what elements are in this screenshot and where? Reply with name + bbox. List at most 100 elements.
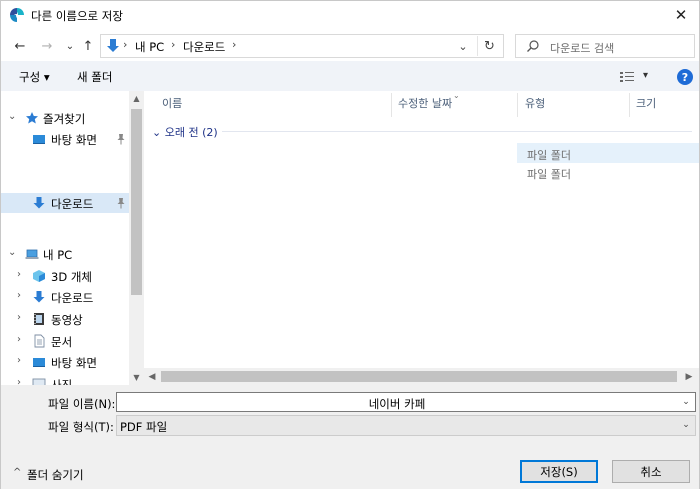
scroll-down-arrow-icon[interactable]: ▼ (129, 370, 144, 384)
filetype-select[interactable]: PDF 파일 ⌄ (116, 415, 696, 436)
tree-item-downloads-quick[interactable]: 다운로드 (1, 193, 129, 213)
column-header-size[interactable]: 크기 (636, 95, 656, 117)
tree-item-label: 동영상 (51, 313, 83, 327)
chevron-right-icon[interactable]: › (17, 290, 27, 301)
address-history-dropdown[interactable]: ⌄ (453, 37, 473, 55)
details-view-icon (620, 72, 634, 82)
new-folder-button[interactable]: 새 폴더 (77, 69, 112, 85)
download-icon (33, 291, 45, 303)
breadcrumb-downloads[interactable]: 다운로드 (183, 39, 225, 55)
tree-item-quick-access[interactable]: ⌄ 즐겨찾기 (1, 108, 129, 128)
organize-button[interactable]: 구성 ▾ (19, 69, 50, 85)
tree-item-label: 즐겨찾기 (43, 112, 86, 126)
file-type-cell: 파일 폴더 (527, 149, 571, 162)
chevron-right-icon[interactable]: › (17, 355, 27, 366)
sort-indicator-icon: ⌄ (453, 91, 460, 100)
search-input[interactable]: 다운로드 검색 (515, 34, 695, 58)
up-button[interactable]: ↑ (79, 37, 97, 55)
document-icon (34, 334, 45, 348)
pin-icon[interactable] (116, 133, 126, 145)
table-row[interactable]: 파일 폴더 (517, 143, 699, 163)
window-title: 다른 이름으로 저장 (31, 9, 123, 23)
chevron-right-icon[interactable]: › (17, 334, 27, 345)
chevron-down-icon: ▾ (643, 70, 649, 81)
filetype-value: PDF 파일 (120, 420, 168, 434)
breadcrumb-separator: › (171, 38, 176, 51)
table-row[interactable]: 파일 폴더 (517, 162, 699, 182)
navigation-pane: ⌄ 즐겨찾기 바탕 화면 다운로드 ⌄ 내 PC › 3D 개체 › 다운로드 … (1, 91, 144, 385)
tree-item-desktop-pc[interactable]: › 바탕 화면 (1, 352, 129, 372)
tree-item-label: 내 PC (43, 248, 73, 262)
tree-item-this-pc[interactable]: ⌄ 내 PC (1, 244, 129, 264)
scroll-right-arrow-icon[interactable]: ▶ (681, 368, 697, 385)
scroll-up-arrow-icon[interactable]: ▲ (129, 91, 144, 105)
breadcrumb-this-pc[interactable]: 내 PC (135, 39, 164, 55)
refresh-icon: ↻ (484, 38, 495, 54)
tree-item-downloads[interactable]: › 다운로드 (1, 287, 129, 307)
chevron-right-icon[interactable]: › (17, 312, 27, 323)
video-icon (34, 313, 44, 325)
filetype-label: 파일 형식(T): (48, 420, 114, 434)
group-header-long-ago[interactable]: ⌄ 오래 전 (2) (152, 124, 218, 140)
recent-locations-button[interactable]: ⌄ (61, 37, 79, 55)
download-icon (107, 39, 119, 52)
back-arrow-icon: ← (14, 38, 26, 54)
column-divider[interactable] (517, 93, 518, 117)
column-divider[interactable] (629, 93, 630, 117)
tree-item-label: 다운로드 (51, 291, 94, 305)
search-placeholder: 다운로드 검색 (550, 42, 615, 55)
chevron-down-icon[interactable]: ⌄ (679, 395, 693, 409)
tree-item-3d-objects[interactable]: › 3D 개체 (1, 266, 129, 286)
column-header-date-modified[interactable]: 수정한 날짜 (398, 95, 452, 117)
command-toolbar: 구성 ▾ 새 폴더 ▾ ? (1, 61, 699, 91)
filename-input[interactable]: 네이버 카페 ⌄ (116, 392, 696, 412)
tree-item-desktop[interactable]: 바탕 화면 (1, 129, 129, 149)
navpane-vertical-scrollbar[interactable]: ▲ ▼ (129, 91, 144, 385)
view-options-button[interactable]: ▾ (619, 70, 653, 84)
download-icon (33, 197, 45, 209)
chevron-down-icon: ⌄ (458, 39, 468, 53)
tree-item-videos[interactable]: › 동영상 (1, 309, 129, 329)
save-options-panel: 파일 이름(N): 네이버 카페 ⌄ 파일 형식(T): PDF 파일 ⌄ ^ … (1, 385, 699, 489)
column-header-type[interactable]: 유형 (525, 95, 545, 117)
scrollbar-thumb[interactable] (131, 109, 142, 295)
save-button[interactable]: 저장(S) (520, 460, 598, 483)
breadcrumb-separator: › (123, 38, 128, 51)
pin-icon[interactable] (116, 197, 126, 209)
app-logo-icon (10, 8, 24, 22)
file-list: 이름 ⌄ 수정한 날짜 유형 크기 ⌄ 오래 전 (2) 파일 폴더 파일 폴더 (144, 91, 699, 385)
chevron-down-icon[interactable]: ⌄ (679, 418, 693, 432)
help-button[interactable]: ? (677, 69, 693, 85)
refresh-button[interactable]: ↻ (477, 36, 501, 56)
tree-item-label: 사진 (51, 378, 73, 385)
chevron-right-icon[interactable]: › (17, 269, 27, 280)
filename-value: 네이버 카페 (368, 397, 426, 411)
column-divider[interactable] (391, 93, 392, 117)
column-header-name[interactable]: 이름 (162, 95, 182, 117)
tree-item-label: 다운로드 (51, 197, 94, 211)
chevron-down-icon[interactable]: ⌄ (8, 247, 18, 258)
tree-item-pictures[interactable]: › 사진 (1, 374, 129, 385)
chevron-right-icon[interactable]: › (17, 377, 27, 385)
tree-item-label: 문서 (51, 335, 73, 349)
chevron-up-icon: ^ (13, 467, 22, 478)
close-button[interactable]: ✕ (663, 1, 699, 29)
tree-item-documents[interactable]: › 문서 (1, 331, 129, 351)
filelist-horizontal-scrollbar[interactable]: ◀ ▶ (144, 368, 699, 385)
scrollbar-thumb[interactable] (161, 371, 677, 382)
tree-item-label: 바탕 화면 (51, 356, 97, 370)
cancel-button[interactable]: 취소 (612, 460, 690, 483)
chevron-down-icon[interactable]: ⌄ (8, 111, 18, 122)
desktop-icon (33, 135, 45, 144)
navigation-bar: ← → ⌄ ↑ › 내 PC › 다운로드 › ⌄ ↻ 다운로드 검색 (1, 31, 699, 61)
breadcrumb-separator: › (232, 38, 237, 51)
star-icon (26, 112, 38, 124)
address-bar[interactable]: › 내 PC › 다운로드 › ⌄ ↻ (100, 34, 504, 58)
chevron-down-icon: ⌄ (65, 40, 75, 52)
back-button[interactable]: ← (11, 37, 29, 55)
computer-icon (25, 249, 39, 259)
title-bar: 다른 이름으로 저장 ✕ (1, 1, 699, 31)
forward-button[interactable]: → (38, 37, 56, 55)
forward-arrow-icon: → (41, 38, 53, 54)
scroll-left-arrow-icon[interactable]: ◀ (144, 368, 160, 385)
